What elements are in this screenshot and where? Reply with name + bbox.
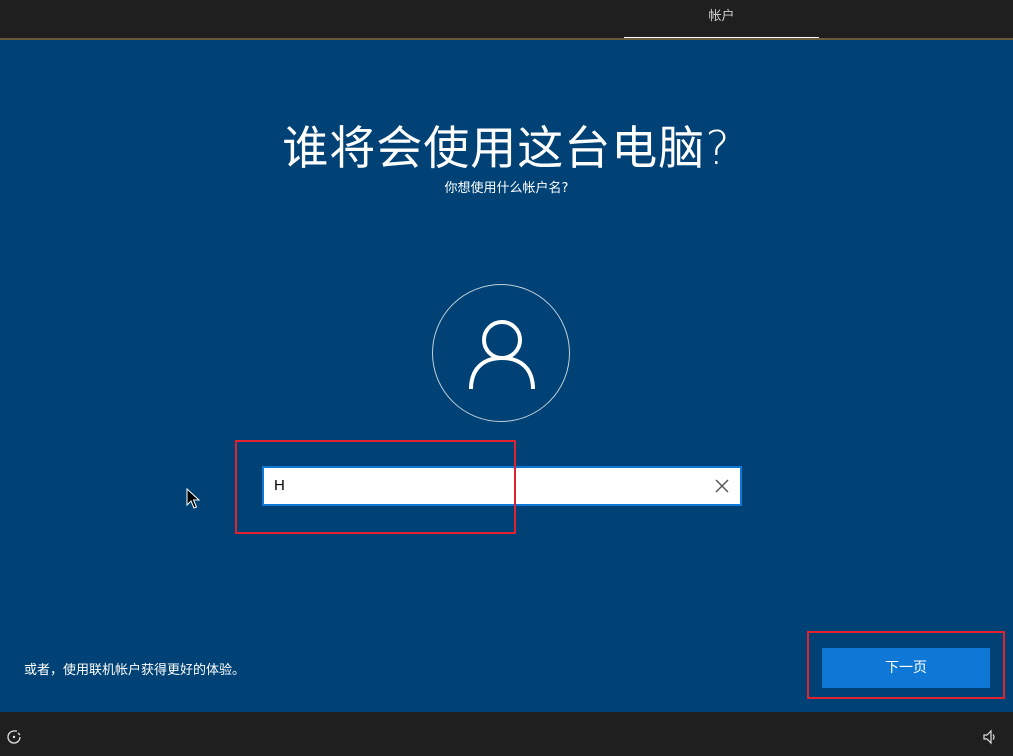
top-header-bar: 帐户	[0, 0, 1013, 40]
page-subtitle: 你想使用什么帐户名?	[444, 181, 569, 196]
online-account-link[interactable]: 或者，使用联机帐户获得更好的体验。	[24, 659, 245, 678]
mouse-cursor-icon	[186, 488, 200, 509]
username-field[interactable]	[262, 466, 742, 506]
username-input[interactable]	[274, 468, 694, 504]
person-icon	[469, 320, 535, 390]
tab-account: 帐户	[708, 9, 735, 24]
volume-icon[interactable]	[982, 729, 998, 745]
bottom-bar	[0, 712, 1013, 756]
page-title: 谁将会使用这台电脑?	[282, 121, 731, 175]
accessibility-icon[interactable]	[6, 729, 22, 745]
header-divider	[0, 38, 1013, 40]
avatar	[432, 284, 570, 422]
close-icon[interactable]	[713, 477, 731, 495]
next-button[interactable]: 下一页	[822, 648, 990, 688]
